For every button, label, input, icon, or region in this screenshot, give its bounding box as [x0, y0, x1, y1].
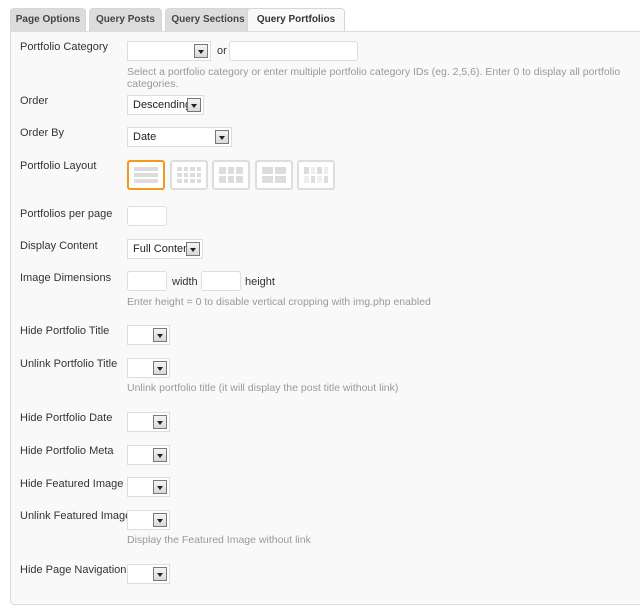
layout-grid3-option[interactable]: [212, 160, 250, 190]
image-height-input[interactable]: [201, 271, 241, 291]
unlink-featured-label: Unlink Featured Image: [20, 510, 132, 522]
tab-query-sections[interactable]: Query Sections: [165, 8, 251, 32]
unlink-title-help: Unlink portfolio title (it will display …: [127, 382, 399, 394]
display-content-label: Display Content: [20, 240, 98, 252]
select-value: Descending: [133, 99, 192, 111]
hide-featured-label: Hide Featured Image: [20, 478, 124, 490]
chevron-down-icon: [153, 480, 167, 494]
chevron-down-icon: [187, 98, 201, 112]
hide-nav-label: Hide Page Navigation: [20, 564, 127, 576]
tab-page-options[interactable]: Page Options: [10, 8, 86, 32]
portfolio-category-help: Select a portfolio category or enter mul…: [127, 66, 621, 90]
layout-grid4-option[interactable]: [170, 160, 208, 190]
width-text: width: [172, 276, 198, 288]
image-width-input[interactable]: [127, 271, 167, 291]
unlink-title-select[interactable]: [127, 358, 170, 378]
image-dimensions-help: Enter height = 0 to disable vertical cro…: [127, 296, 431, 308]
layout-list-post-option[interactable]: [127, 160, 165, 190]
tab-query-posts[interactable]: Query Posts: [89, 8, 162, 32]
chevron-down-icon: [153, 415, 167, 429]
hide-meta-select[interactable]: [127, 445, 170, 465]
portfolio-category-label: Portfolio Category: [20, 41, 109, 53]
layout-grid2-option[interactable]: [255, 160, 293, 190]
per-page-input[interactable]: [127, 206, 167, 226]
select-value: Date: [133, 131, 157, 143]
layout-grid2-thumb-option[interactable]: [297, 160, 335, 190]
hide-date-select[interactable]: [127, 412, 170, 432]
chevron-down-icon: [215, 130, 229, 144]
portfolio-category-ids-input[interactable]: [229, 41, 358, 61]
hide-date-label: Hide Portfolio Date: [20, 412, 113, 424]
hide-title-select[interactable]: [127, 325, 170, 345]
select-value: Full Content: [133, 243, 193, 255]
display-content-select[interactable]: Full Content: [127, 239, 203, 259]
unlink-title-label: Unlink Portfolio Title: [20, 358, 118, 370]
height-text: height: [245, 276, 275, 288]
order-by-label: Order By: [20, 127, 65, 139]
chevron-down-icon: [153, 567, 167, 581]
per-page-label: Portfolios per page: [20, 208, 113, 220]
portfolio-category-select[interactable]: [127, 41, 211, 61]
image-dimensions-label: Image Dimensions: [20, 272, 112, 284]
chevron-down-icon: [194, 44, 208, 58]
hide-nav-select[interactable]: [127, 564, 170, 584]
hide-featured-select[interactable]: [127, 477, 170, 497]
order-label: Order: [20, 95, 49, 107]
chevron-down-icon: [153, 361, 167, 375]
unlink-featured-select[interactable]: [127, 510, 170, 530]
chevron-down-icon: [153, 513, 167, 527]
hide-meta-label: Hide Portfolio Meta: [20, 445, 114, 457]
chevron-down-icon: [153, 448, 167, 462]
hide-title-label: Hide Portfolio Title: [20, 325, 110, 337]
portfolio-layout-label: Portfolio Layout: [20, 160, 97, 172]
chevron-down-icon: [186, 242, 200, 256]
or-text: or: [217, 45, 227, 57]
order-by-select[interactable]: Date: [127, 127, 232, 147]
tab-query-portfolios[interactable]: Query Portfolios: [247, 8, 345, 33]
order-select[interactable]: Descending: [127, 95, 204, 115]
unlink-featured-help: Display the Featured Image without link: [127, 534, 311, 546]
chevron-down-icon: [153, 328, 167, 342]
